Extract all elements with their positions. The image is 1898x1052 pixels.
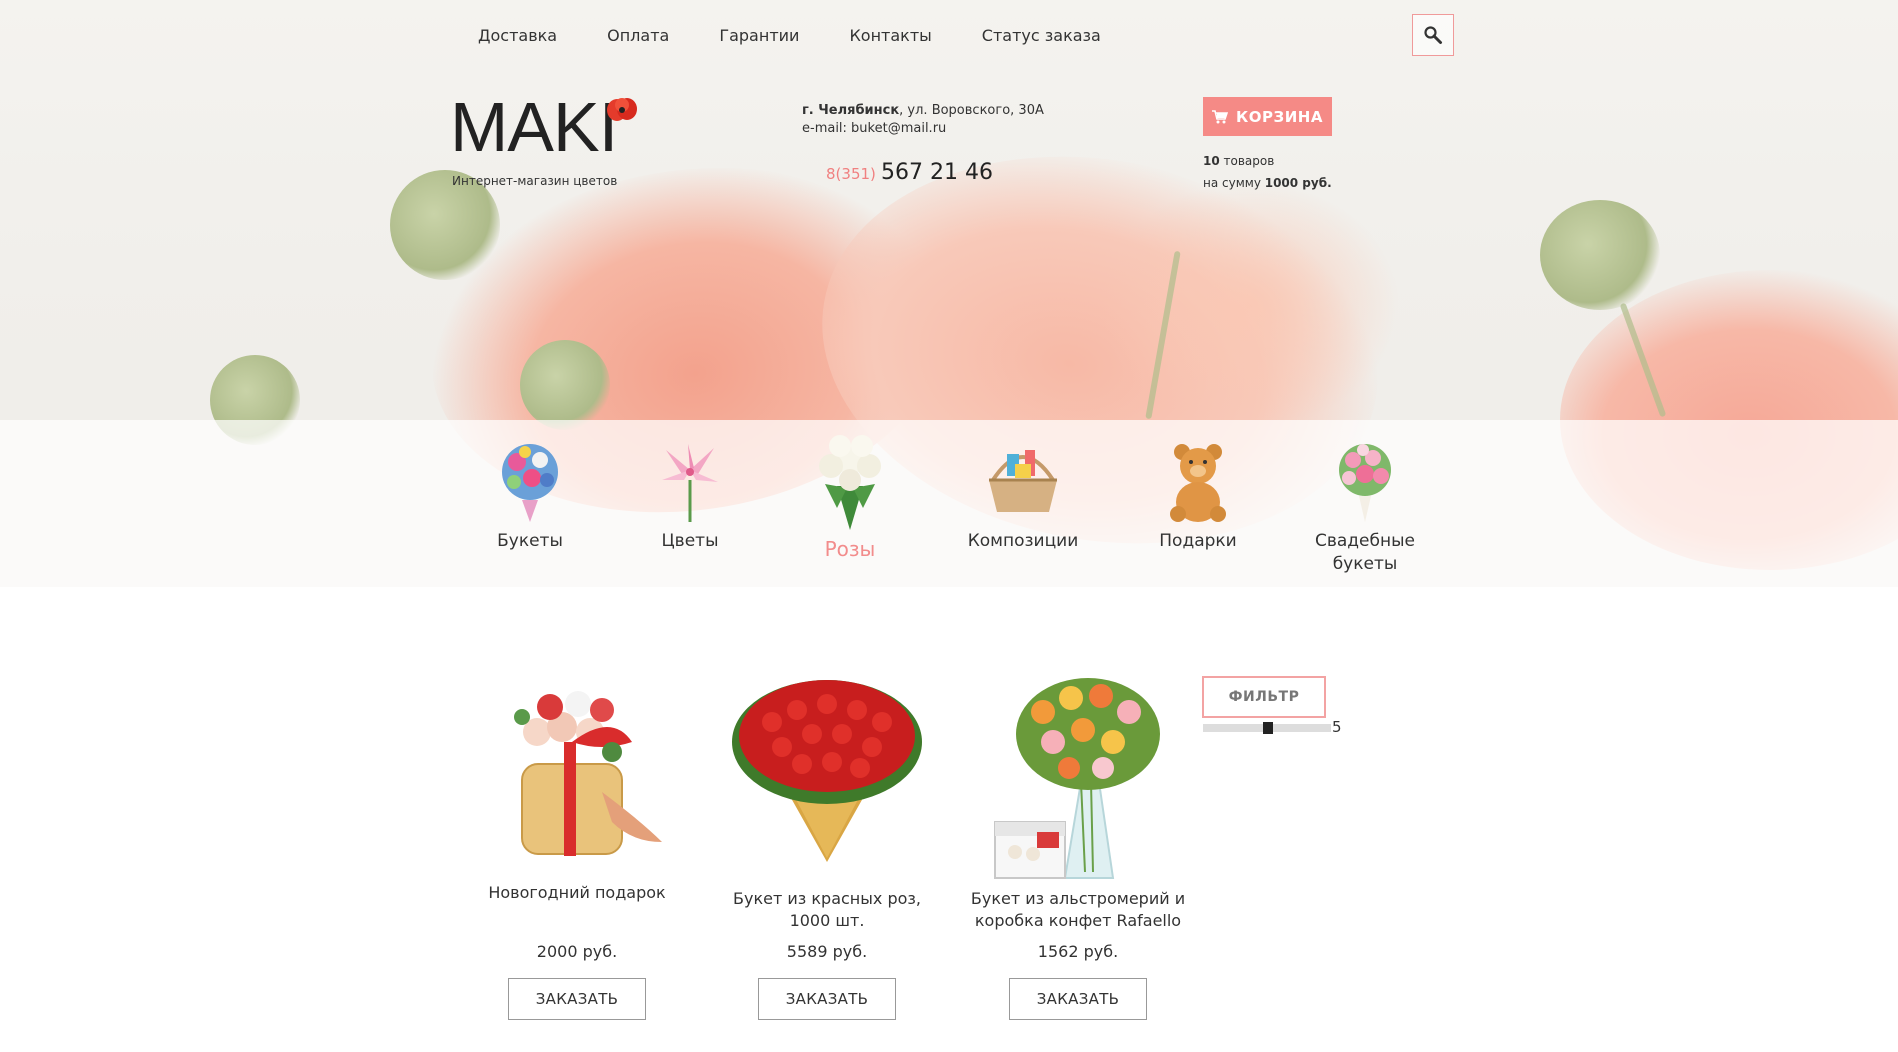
roses-icon — [819, 435, 881, 530]
category-band — [0, 420, 1898, 587]
product-card: Букет из альстромерий и коробка конфет R… — [963, 672, 1193, 1024]
cart-count: 10 — [1203, 154, 1220, 168]
category-wedding-bouquets[interactable]: Свадебные букеты — [1300, 440, 1430, 576]
cart-count-line: 10 товаров — [1203, 150, 1332, 172]
phone[interactable]: 8(351) 567 21 46 — [826, 160, 993, 185]
product-card: Букет из красных роз, 1000 шт. 5589 руб.… — [712, 672, 942, 1024]
cart-summary: 10 товаров на сумму 1000 руб. — [1203, 150, 1332, 194]
product-image-alstroemeria[interactable] — [963, 672, 1193, 882]
contact-info: г. Челябинск, ул. Воровского, 30А e-mail… — [802, 102, 1044, 138]
filter-slider[interactable] — [1203, 722, 1331, 734]
category-label: Свадебные букеты — [1315, 531, 1415, 574]
cart-button[interactable]: КОРЗИНА — [1203, 97, 1332, 136]
city: г. Челябинск — [802, 103, 900, 118]
email[interactable]: e-mail: buket@mail.ru — [802, 120, 1044, 138]
logo-subtitle: Интернет-магазин цветов — [452, 174, 618, 188]
product-price: 2000 руб. — [536, 942, 618, 961]
category-compositions[interactable]: Композиции — [958, 440, 1088, 553]
category-gifts[interactable]: Подарки — [1148, 440, 1248, 553]
category-label: Цветы — [661, 531, 719, 551]
address-line: г. Челябинск, ул. Воровского, 30А — [802, 102, 1044, 120]
search-icon — [1424, 26, 1442, 44]
poppy-bud — [520, 340, 610, 430]
cart-sum-line: на сумму 1000 руб. — [1203, 172, 1332, 194]
phone-code: 8(351) — [826, 165, 876, 183]
category-roses[interactable]: Розы — [800, 428, 900, 561]
order-button[interactable]: ЗАКАЗАТЬ — [758, 978, 896, 1020]
cart-sum-prefix: на сумму — [1203, 176, 1265, 190]
product-price: 5589 руб. — [786, 942, 868, 961]
category-label: Розы — [824, 537, 876, 561]
cart-count-suffix: товаров — [1219, 154, 1275, 168]
phone-number: 567 21 46 — [880, 160, 993, 185]
nav-link-delivery[interactable]: Доставка — [478, 24, 557, 48]
product-image-red-roses[interactable] — [712, 672, 942, 882]
category-label: Композиции — [967, 531, 1079, 551]
nav-link-payment[interactable]: Оплата — [607, 24, 669, 48]
nav-link-contacts[interactable]: Контакты — [849, 24, 931, 48]
poppy-icon — [607, 98, 637, 121]
order-button[interactable]: ЗАКАЗАТЬ — [1009, 978, 1147, 1020]
teddy-bear-icon — [1170, 444, 1226, 522]
order-button[interactable]: ЗАКАЗАТЬ — [508, 978, 646, 1020]
site-logo[interactable]: MAKI Интернет-магазин цветов — [450, 88, 690, 188]
product-name[interactable]: Букет из альстромерий и коробка конфет R… — [963, 888, 1193, 932]
product-name[interactable]: Букет из красных роз, 1000 шт. — [712, 888, 942, 932]
cart-icon — [1212, 109, 1229, 123]
category-bouquets[interactable]: Букеты — [480, 440, 580, 553]
poppy-bud — [1540, 200, 1660, 310]
logo-text: MAKI — [450, 88, 618, 166]
cart-sum: 1000 руб. — [1264, 176, 1332, 190]
slider-value: 5 — [1332, 718, 1342, 736]
filter-button[interactable]: ФИЛЬТР — [1202, 676, 1326, 718]
poppy-petal — [1100, 180, 1400, 430]
product-name[interactable]: Новогодний подарок — [462, 882, 692, 904]
top-navigation: Доставка Оплата Гарантии Контакты Статус… — [478, 24, 1151, 48]
street-address: , ул. Воровского, 30А — [899, 103, 1044, 118]
nav-link-guarantees[interactable]: Гарантии — [719, 24, 799, 48]
product-card: Новогодний подарок 2000 руб. ЗАКАЗАТЬ — [462, 672, 692, 1024]
slider-handle[interactable] — [1263, 722, 1273, 734]
bouquet-icon — [502, 444, 558, 522]
nav-link-order-status[interactable]: Статус заказа — [982, 24, 1101, 48]
basket-icon — [989, 450, 1057, 512]
lily-icon — [662, 444, 718, 522]
category-label: Букеты — [497, 531, 563, 551]
search-button[interactable] — [1412, 14, 1454, 56]
product-price: 1562 руб. — [1037, 942, 1119, 961]
cart-button-label: КОРЗИНА — [1236, 107, 1323, 126]
category-flowers[interactable]: Цветы — [640, 440, 740, 553]
category-label: Подарки — [1159, 531, 1237, 551]
wedding-bouquet-icon — [1339, 444, 1391, 522]
product-image-gift-box[interactable] — [462, 672, 692, 882]
